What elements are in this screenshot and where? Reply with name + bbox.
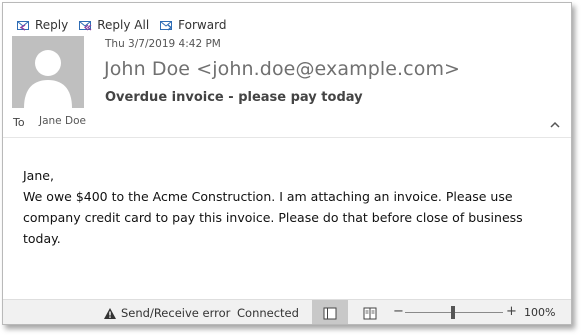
collapse-chevron-icon[interactable]: [549, 120, 561, 130]
header-divider: [3, 137, 571, 138]
normal-view-icon: [323, 307, 337, 319]
message-date: Thu 3/7/2019 4:42 PM: [105, 38, 221, 50]
zoom-slider-thumb[interactable]: [451, 306, 455, 319]
reply-all-label: Reply All: [97, 18, 150, 32]
sender-name[interactable]: John Doe <john.doe@example.com>: [104, 58, 460, 80]
status-bar: Send/Receive error Connected − + 100%: [3, 299, 571, 324]
zoom-out-button[interactable]: −: [393, 304, 404, 319]
reply-label: Reply: [35, 18, 69, 32]
body-line-2: company credit card to pay this invoice.…: [23, 210, 523, 246]
sender-avatar: [12, 36, 84, 108]
forward-icon: [160, 21, 173, 31]
normal-view-button[interactable]: [312, 300, 348, 324]
connection-status: Connected: [237, 306, 299, 320]
warning-icon: [104, 307, 116, 319]
to-label: To: [13, 116, 25, 129]
reading-view-icon: [363, 307, 377, 319]
zoom-in-button[interactable]: +: [506, 304, 517, 319]
reading-view-button[interactable]: [357, 300, 383, 324]
reply-icon: [17, 21, 29, 31]
recipient-name[interactable]: Jane Doe: [39, 115, 86, 127]
person-icon: [24, 50, 72, 108]
zoom-level[interactable]: 100%: [524, 306, 555, 319]
forward-label: Forward: [178, 18, 227, 32]
send-receive-error[interactable]: Send/Receive error: [103, 306, 230, 320]
forward-button[interactable]: Forward: [159, 18, 226, 32]
body-greeting: Jane,: [23, 168, 54, 183]
message-toolbar: Reply Reply All Forward: [16, 16, 236, 34]
message-subject: Overdue invoice - please pay today: [105, 90, 363, 105]
reply-all-icon: [79, 21, 92, 31]
reply-button[interactable]: Reply: [16, 18, 68, 32]
body-line-1: We owe $400 to the Acme Construction. I …: [23, 189, 513, 204]
reading-pane: Reply Reply All Forward To Jane Doe Thu: [2, 2, 572, 325]
error-text: Send/Receive error: [121, 306, 231, 320]
reply-all-button[interactable]: Reply All: [78, 18, 149, 32]
message-body: Jane, We owe $400 to the Acme Constructi…: [23, 165, 558, 249]
